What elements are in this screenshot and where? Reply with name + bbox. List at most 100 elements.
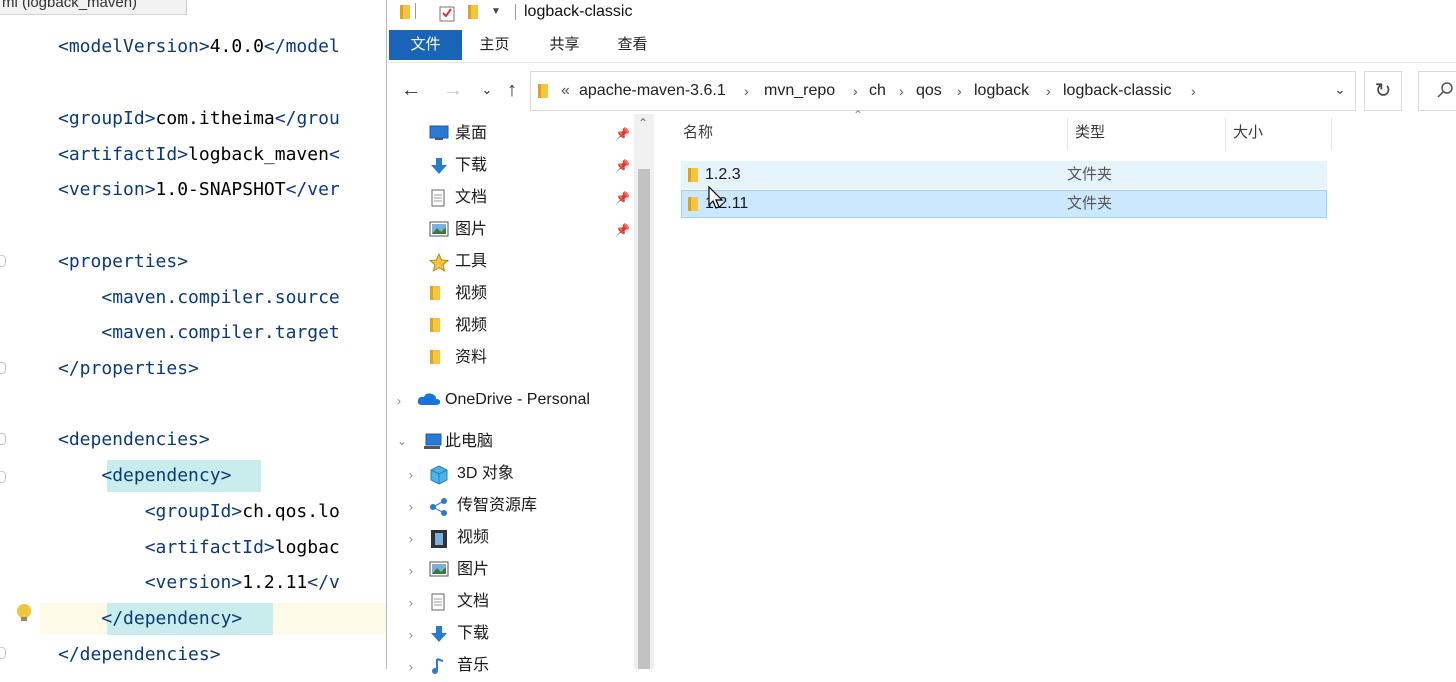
nav-item-pc-music[interactable]: › 音乐	[409, 652, 629, 682]
address-bar[interactable]: « apache-maven-3.6.1 › mvn_repo › ch › q…	[530, 71, 1356, 111]
breadcrumb-item[interactable]: ch	[869, 80, 886, 102]
chevron-right-icon[interactable]: ›	[409, 468, 413, 482]
code-line[interactable]: <groupId>com.itheima</grou	[58, 106, 340, 132]
column-header-size[interactable]: 大小	[1233, 122, 1263, 144]
code-line[interactable]: <modelVersion>4.0.0</model	[58, 34, 340, 60]
code-line[interactable]: <dependency>	[58, 463, 231, 489]
breadcrumb-item[interactable]: mvn_repo	[764, 80, 835, 102]
fold-marker[interactable]	[0, 255, 6, 267]
folder-icon	[429, 285, 441, 306]
nav-item-materials[interactable]: 资料	[429, 344, 629, 374]
nav-item-chuanzhi-library[interactable]: › 传智资源库	[409, 492, 629, 522]
editor-tab[interactable]: ml (logback_maven)	[0, 0, 187, 15]
code-line[interactable]: </properties>	[58, 356, 199, 382]
customize-toolbar-icon[interactable]: ▼	[491, 6, 501, 17]
nav-item-pictures[interactable]: 图片 📌	[429, 216, 630, 246]
divider	[515, 4, 516, 20]
chevron-right-icon[interactable]: ›	[409, 660, 413, 674]
chevron-right-icon[interactable]: ›	[409, 532, 413, 546]
nav-item-pc-videos[interactable]: › 视频	[409, 524, 629, 554]
nav-item-pc-documents[interactable]: › 文档	[409, 588, 629, 618]
nav-item-desktop[interactable]: 桌面 📌	[429, 120, 630, 150]
chevron-right-icon[interactable]: ›	[409, 500, 413, 514]
breadcrumb-separator-icon[interactable]: ›	[1191, 80, 1196, 102]
chevron-up-icon[interactable]: ⌃	[638, 116, 648, 130]
nav-item-pc-pictures[interactable]: › 图片	[409, 556, 629, 586]
nav-item-video[interactable]: 视频	[429, 312, 629, 342]
chevron-right-icon[interactable]: ›	[409, 628, 413, 642]
breadcrumb-item[interactable]: qos	[916, 80, 942, 102]
chevron-right-icon[interactable]: ›	[397, 394, 401, 408]
file-row[interactable]: 1.2.11 文件夹	[681, 190, 1327, 218]
properties-icon[interactable]	[439, 4, 455, 27]
code-line[interactable]: <properties>	[58, 249, 188, 275]
column-divider[interactable]	[1067, 118, 1068, 150]
xml-text: ch.qos.lo	[242, 501, 340, 522]
nav-item-3d-objects[interactable]: › 3D 对象	[409, 460, 629, 490]
xml-tag: <	[328, 144, 340, 165]
nav-item-this-pc[interactable]: ⌄ 此电脑	[397, 428, 629, 458]
fold-marker[interactable]	[0, 433, 6, 445]
breadcrumb-item[interactable]: logback-classic	[1063, 80, 1171, 102]
recent-locations-button[interactable]: ⌄	[475, 77, 499, 103]
nav-item-pc-downloads[interactable]: › 下载	[409, 620, 629, 650]
breadcrumb-separator-icon[interactable]: ›	[744, 80, 749, 102]
column-divider[interactable]	[1225, 118, 1226, 150]
navigation-scrollbar[interactable]: ⌃	[634, 114, 654, 669]
nav-item-documents[interactable]: 文档 📌	[429, 184, 630, 214]
breadcrumb-item[interactable]: logback	[974, 80, 1029, 102]
nav-item-tools[interactable]: 工具	[428, 248, 629, 278]
ide-editor[interactable]: ml (logback_maven) <modelVersion>4.0.0</…	[0, 0, 386, 669]
refresh-button[interactable]: ↻	[1364, 71, 1402, 111]
pin-icon[interactable]: 📌	[615, 159, 630, 173]
tab-file[interactable]: 文件	[389, 30, 462, 60]
fold-marker[interactable]	[0, 362, 6, 374]
scrollbar-thumb[interactable]	[638, 169, 650, 669]
tab-share[interactable]: 共享	[537, 30, 592, 60]
sort-ascending-icon: ⌃	[853, 108, 864, 122]
forward-button[interactable]: →	[441, 77, 465, 103]
code-line[interactable]: <maven.compiler.target	[58, 320, 339, 346]
nav-item-onedrive[interactable]: › OneDrive - Personal	[397, 386, 629, 416]
search-input[interactable]	[1418, 71, 1456, 111]
xml-tag: <properties>	[58, 251, 189, 272]
up-button[interactable]: ↑	[500, 77, 524, 103]
pin-icon[interactable]: 📌	[615, 127, 630, 141]
chevron-down-icon[interactable]: ⌄	[1334, 81, 1346, 98]
code-line[interactable]: </dependencies>	[58, 642, 221, 668]
lightbulb-icon[interactable]	[17, 604, 31, 621]
code-line[interactable]: </dependency>	[58, 606, 242, 632]
breadcrumb-overflow[interactable]: «	[561, 80, 570, 102]
folder-icon	[429, 317, 441, 338]
xml-tag: <dependencies>	[58, 429, 210, 450]
code-line[interactable]: <version>1.2.11</v	[58, 570, 340, 596]
breadcrumb-separator-icon[interactable]: ›	[957, 80, 962, 102]
code-line[interactable]: <artifactId>logbac	[58, 535, 340, 561]
file-row[interactable]: 1.2.3 文件夹	[681, 161, 1327, 189]
tab-home[interactable]: 主页	[467, 30, 522, 60]
breadcrumb-item[interactable]: apache-maven-3.6.1	[579, 80, 726, 102]
fold-marker[interactable]	[0, 471, 6, 483]
new-folder-icon[interactable]	[467, 4, 479, 25]
back-button[interactable]: ←	[399, 77, 423, 103]
breadcrumb-separator-icon[interactable]: ›	[1046, 80, 1051, 102]
nav-item-downloads[interactable]: 下载 📌	[429, 152, 630, 182]
fold-marker[interactable]	[0, 647, 6, 659]
nav-item-video[interactable]: 视频	[429, 280, 629, 310]
pin-icon[interactable]: 📌	[615, 223, 630, 237]
code-line[interactable]: <groupId>ch.qos.lo	[58, 499, 340, 525]
code-line[interactable]: <dependencies>	[58, 427, 210, 453]
breadcrumb-separator-icon[interactable]: ›	[853, 80, 858, 102]
pin-icon[interactable]: 📌	[615, 191, 630, 205]
column-divider[interactable]	[1331, 118, 1332, 150]
column-header-type[interactable]: 类型	[1075, 122, 1105, 144]
chevron-right-icon[interactable]: ›	[409, 564, 413, 578]
tab-view[interactable]: 查看	[605, 30, 660, 60]
code-line[interactable]: <maven.compiler.source	[58, 285, 339, 311]
breadcrumb-separator-icon[interactable]: ›	[899, 80, 904, 102]
code-line[interactable]: <artifactId>logback_maven<	[58, 142, 340, 168]
chevron-down-icon[interactable]: ⌄	[397, 434, 407, 448]
column-header-name[interactable]: 名称	[683, 122, 713, 144]
code-line[interactable]: <version>1.0-SNAPSHOT</ver	[58, 177, 340, 203]
chevron-right-icon[interactable]: ›	[409, 596, 413, 610]
